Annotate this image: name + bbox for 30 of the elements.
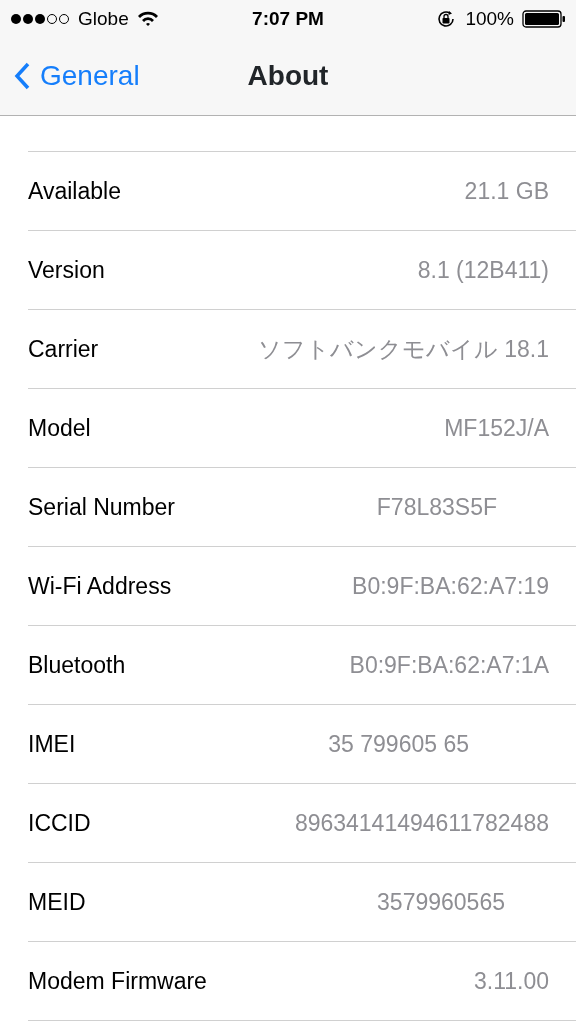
battery-icon <box>522 10 566 28</box>
wifi-icon <box>136 11 159 27</box>
row-label: ICCID <box>28 808 91 838</box>
row-value: ソフトバンクモバイル 18.1 <box>257 334 549 364</box>
page-title: About <box>247 60 329 91</box>
row-value: 3579960565 <box>377 887 505 917</box>
row-value: 35 799605 65 <box>328 729 469 759</box>
status-time: 7:07 PM <box>252 7 324 29</box>
row-label: Serial Number <box>28 492 175 522</box>
row-label: Model <box>28 413 91 443</box>
row-value: MF152J/A <box>444 413 549 443</box>
back-button[interactable]: General <box>14 55 140 97</box>
row-label: Available <box>28 176 121 206</box>
row-label: MEID <box>28 887 86 917</box>
back-chevron-icon <box>14 62 30 90</box>
row-value: B0:9F:BA:62:A7:19 <box>352 571 549 601</box>
row-label: IMEI <box>28 729 76 759</box>
row-value: 3.11.00 <box>473 966 549 996</box>
row-label: Version <box>28 255 105 285</box>
row-value: B0:9F:BA:62:A7:1A <box>349 650 549 680</box>
row-value: 89634141494611782488 <box>294 808 549 838</box>
battery-percentage: 100% <box>465 6 514 31</box>
row-value: F78L83S5F <box>376 492 497 522</box>
row-label: Modem Firmware <box>28 966 207 996</box>
row-label: Wi-Fi Address <box>28 571 172 601</box>
row-value: 8.1 (12B411) <box>417 255 549 285</box>
row-label: Carrier <box>28 334 99 364</box>
row-label: Bluetooth <box>28 650 126 680</box>
row-value: 21.1 GB <box>464 176 549 206</box>
carrier-name: Globe <box>78 6 129 31</box>
